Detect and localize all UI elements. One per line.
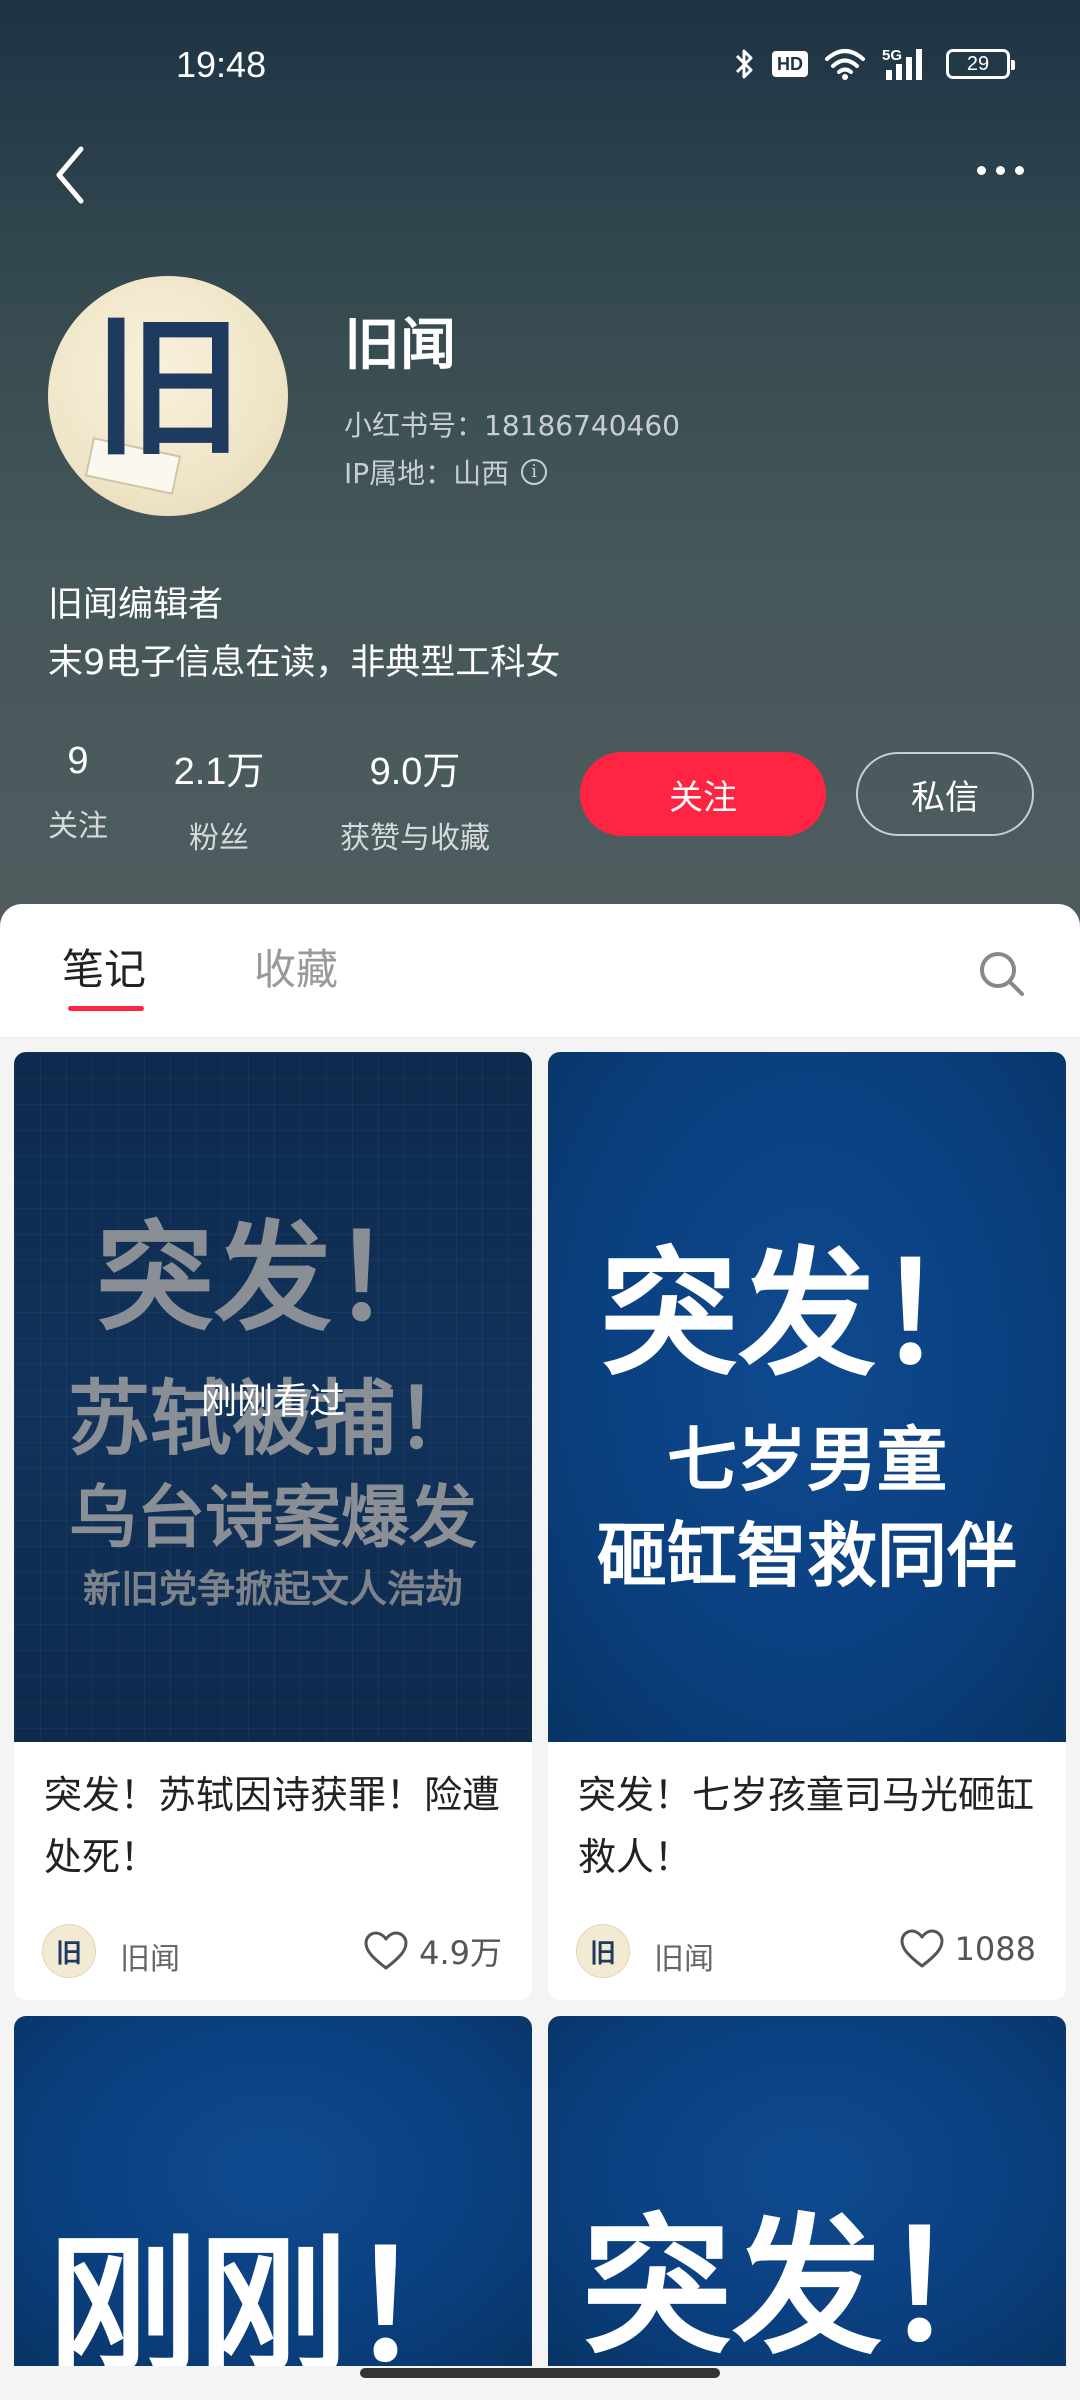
like-count: 4.9万 bbox=[419, 1934, 502, 1972]
tab-collections[interactable]: 收藏 bbox=[254, 936, 338, 997]
cover-subtitle: 砸缸智救同伴 bbox=[597, 1515, 1017, 1597]
search-icon bbox=[980, 952, 1024, 996]
bio-line: 旧闻编辑者 bbox=[48, 585, 224, 625]
cover-caption: 新旧党争掀起文人浩劫 bbox=[82, 1567, 463, 1611]
like-button[interactable]: 1088 bbox=[899, 1928, 1036, 1970]
stat-followers[interactable]: 2.1万 粉丝 bbox=[164, 740, 274, 857]
bluetooth-icon bbox=[735, 49, 753, 79]
author-name[interactable]: 旧闻 bbox=[654, 1934, 714, 1978]
note-title: 突发！苏轼因诗获罪！险遭处死！ bbox=[44, 1773, 501, 1879]
stat-label: 获赞与收藏 bbox=[340, 821, 490, 856]
status-icons: HD 5G 29 bbox=[734, 44, 1015, 84]
cover-headline: 突发！ bbox=[599, 1234, 1014, 1395]
cover-subtitle: 七岁男童 bbox=[667, 1419, 947, 1501]
stat-value: 2.1万 bbox=[173, 751, 265, 793]
profile-avatar[interactable]: 旧 bbox=[48, 276, 288, 516]
note-card[interactable]: 突发！ 七岁男童 砸缸智救同伴 突发！七岁孩童司马光砸缸救人！ 旧 旧闻 108… bbox=[548, 1052, 1066, 2000]
search-button[interactable] bbox=[972, 944, 1032, 1004]
battery-level: 29 bbox=[966, 52, 990, 75]
cover-headline: 突发！ bbox=[581, 2201, 1032, 2366]
author-avatar[interactable]: 旧 bbox=[42, 1924, 96, 1978]
ip-location: IP属地：山西 bbox=[344, 457, 510, 490]
status-time: 19:48 bbox=[176, 44, 267, 85]
stat-value: 9.0万 bbox=[369, 751, 461, 793]
note-cover: 突发！ 七岁男童 砸缸智救同伴 bbox=[548, 1052, 1066, 1742]
author-avatar[interactable]: 旧 bbox=[576, 1924, 630, 1978]
hd-badge: HD bbox=[772, 51, 808, 77]
profile-ip: IP属地：山西 i bbox=[344, 452, 548, 492]
note-title: 突发！七岁孩童司马光砸缸救人！ bbox=[578, 1773, 1035, 1879]
tab-notes[interactable]: 笔记 bbox=[62, 936, 146, 997]
info-icon[interactable]: i bbox=[521, 459, 548, 485]
follow-button[interactable]: 关注 bbox=[580, 752, 826, 836]
note-footer: 旧 旧闻 1088 bbox=[548, 1910, 1066, 2000]
content-tabs: 笔记 收藏 bbox=[0, 904, 1080, 1038]
wifi-icon bbox=[825, 49, 865, 80]
profile-bio: 旧闻编辑者 末9电子信息在读，非典型工科女 bbox=[48, 576, 560, 692]
chevron-left-icon bbox=[56, 146, 84, 204]
signal-5g-icon: 5G bbox=[882, 47, 922, 80]
more-dot-icon bbox=[995, 165, 1005, 175]
stat-likes-collects[interactable]: 9.0万 获赞与收藏 bbox=[330, 740, 500, 857]
back-button[interactable] bbox=[40, 140, 100, 210]
note-footer: 旧 旧闻 4.9万 bbox=[14, 1910, 532, 2000]
cover-headline: 刚刚！ bbox=[47, 2221, 498, 2366]
note-cover: 突发！ bbox=[548, 2016, 1066, 2366]
bio-line: 末9电子信息在读，非典型工科女 bbox=[48, 643, 561, 683]
cover-subtitle: 乌台诗案爆发 bbox=[68, 1479, 477, 1558]
profile-id: 小红书号：18186740460 bbox=[344, 409, 680, 442]
home-indicator[interactable] bbox=[360, 2368, 720, 2378]
like-count: 1088 bbox=[954, 1930, 1036, 1968]
like-button[interactable]: 4.9万 bbox=[363, 1928, 502, 1974]
note-cover: 刚刚！ bbox=[14, 2016, 532, 2366]
message-button[interactable]: 私信 bbox=[856, 752, 1034, 836]
more-options-button[interactable] bbox=[960, 140, 1040, 200]
status-bar: 19:48 HD 5G 29 bbox=[0, 0, 1080, 110]
note-card[interactable]: 刚刚！ bbox=[14, 2016, 532, 2366]
note-cover: 突发！ 苏轼被捕！ 乌台诗案爆发 新旧党争掀起文人浩劫 刚刚看过 bbox=[14, 1052, 532, 1742]
author-name[interactable]: 旧闻 bbox=[120, 1934, 180, 1978]
active-tab-indicator bbox=[68, 1006, 144, 1011]
cover-headline: 突发！ bbox=[95, 1209, 450, 1347]
note-card[interactable]: 突发！ bbox=[548, 2016, 1066, 2366]
stat-label: 关注 bbox=[48, 809, 108, 844]
recently-viewed-label: 刚刚看过 bbox=[200, 1381, 345, 1422]
heart-icon bbox=[364, 1931, 408, 1970]
avatar-glyph: 旧 bbox=[92, 302, 243, 476]
profile-header: 19:48 HD 5G 29 旧 旧闻 小红书号：18186740460 IP属… bbox=[0, 0, 1080, 940]
more-dot-icon bbox=[976, 165, 986, 175]
network-label: 5G bbox=[882, 47, 902, 64]
stat-following[interactable]: 9 关注 bbox=[46, 740, 110, 845]
battery-icon: 29 bbox=[946, 49, 1015, 79]
heart-icon bbox=[900, 1929, 944, 1968]
stat-label: 粉丝 bbox=[189, 821, 249, 856]
profile-name: 旧闻 bbox=[344, 313, 456, 378]
more-dot-icon bbox=[1014, 165, 1024, 175]
stat-value: 9 bbox=[67, 740, 89, 782]
note-card[interactable]: 突发！ 苏轼被捕！ 乌台诗案爆发 新旧党争掀起文人浩劫 刚刚看过 突发！苏轼因诗… bbox=[14, 1052, 532, 2000]
